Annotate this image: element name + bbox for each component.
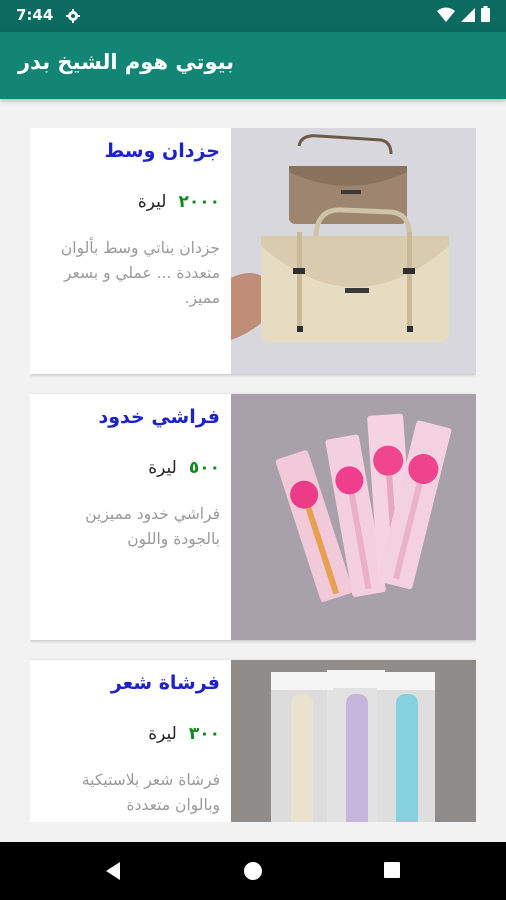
- navigation-bar: [0, 842, 506, 900]
- app-bar: بيوتي هوم الشيخ بدر: [0, 32, 506, 99]
- gear-icon: [66, 8, 80, 23]
- wifi-icon: [437, 7, 455, 26]
- status-bar: 7:44: [0, 0, 506, 32]
- product-card[interactable]: جزدان وسط ٢٠٠٠ ليرة جزدان بناتي وسط بألوا…: [30, 128, 476, 374]
- product-list[interactable]: جزدان وسط ٢٠٠٠ ليرة جزدان بناتي وسط بألوا…: [30, 128, 476, 822]
- product-description: فراشي خدود مميزين بالجودة واللون: [85, 505, 220, 548]
- product-description: جزدان بناتي وسط بألوان متعددة ... عملي و…: [60, 239, 220, 307]
- currency-label: ليرة: [148, 724, 177, 744]
- price-row: ٣٠٠ ليرة: [148, 724, 220, 744]
- recents-icon[interactable]: [383, 861, 401, 883]
- product-title[interactable]: فراشي خدود: [35, 406, 220, 428]
- battery-icon: [481, 6, 490, 26]
- product-info: فرشاة شعر ٣٠٠ ليرة فرشاة شعر بلاستيكية وب…: [30, 660, 230, 822]
- product-price: ٢٠٠٠: [178, 192, 220, 212]
- product-price: ٣٠٠: [188, 724, 220, 744]
- blush-brushes-photo[interactable]: [231, 394, 476, 640]
- product-title[interactable]: جزدان وسط: [35, 140, 220, 162]
- product-card[interactable]: فرشاة شعر ٣٠٠ ليرة فرشاة شعر بلاستيكية وب…: [30, 660, 476, 822]
- product-card[interactable]: فراشي خدود ٥٠٠ ليرة فراشي خدود مميزين بال…: [30, 394, 476, 640]
- hair-brush-photo[interactable]: [231, 660, 476, 822]
- home-icon[interactable]: [243, 861, 263, 885]
- product-price: ٥٠٠: [188, 458, 220, 478]
- handbag-photo[interactable]: [231, 128, 476, 374]
- back-icon[interactable]: [104, 861, 122, 885]
- signal-icon: [461, 7, 475, 26]
- app-title: بيوتي هوم الشيخ بدر: [18, 50, 235, 74]
- status-icons: [437, 6, 490, 26]
- product-info: فراشي خدود ٥٠٠ ليرة فراشي خدود مميزين بال…: [30, 394, 230, 640]
- price-row: ٢٠٠٠ ليرة: [138, 192, 220, 212]
- product-info: جزدان وسط ٢٠٠٠ ليرة جزدان بناتي وسط بألوا…: [30, 128, 230, 374]
- price-row: ٥٠٠ ليرة: [148, 458, 220, 478]
- currency-label: ليرة: [148, 458, 177, 478]
- currency-label: ليرة: [137, 192, 167, 212]
- product-description: فرشاة شعر بلاستيكية وبالوان متعددة: [81, 771, 220, 814]
- status-time: 7:44: [16, 6, 54, 24]
- product-title[interactable]: فرشاة شعر: [35, 672, 220, 694]
